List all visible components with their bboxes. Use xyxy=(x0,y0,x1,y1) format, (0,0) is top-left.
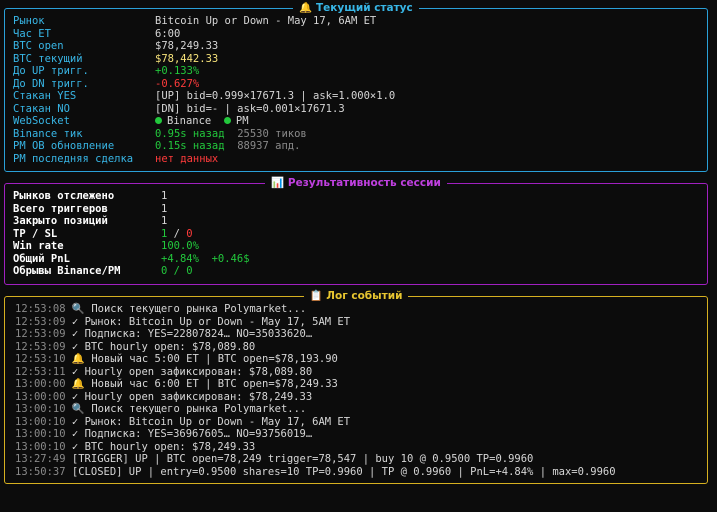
log-entry: 13:00:10 🔍 Поиск текущего рынка Polymark… xyxy=(15,403,306,416)
log-message: Hourly open зафиксирован: $78,249.33 xyxy=(84,390,313,403)
log-message: Поиск текущего рынка Polymarket... xyxy=(91,403,307,415)
status-row-yes-book: Стакан YES [UP] bid=0.999×17671.3 | ask=1… xyxy=(13,90,396,102)
session-row-closed: Закрыто позиций 1 xyxy=(13,215,168,227)
log-timestamp: 13:50:37 xyxy=(15,465,66,478)
log-message: Новый час 6:00 ET | BTC open=$78,249.33 xyxy=(91,378,338,390)
log-timestamp: 12:53:10 xyxy=(15,353,66,365)
log-timestamp: 13:00:00 xyxy=(15,390,66,403)
log-timestamp: 12:53:11 xyxy=(15,365,66,378)
status-row-no-book: Стакан NO [DN] bid=- | ask=0.001×17671.3 xyxy=(13,102,345,115)
log-message: Подписка: YES=22807824… NO=35033620… xyxy=(84,328,313,340)
status-row-dn-trigger: До DN тригг. -0.627% xyxy=(13,77,200,90)
log-message: Новый час 5:00 ET | BTC open=$78,193.90 xyxy=(91,353,338,365)
session-panel: 📊 Результативность сессии Рынков отслеже… xyxy=(4,177,708,285)
check-icon: ✓ xyxy=(71,440,79,453)
check-icon: ✓ xyxy=(71,315,79,328)
clipboard-icon: 📋 xyxy=(309,290,327,302)
log-timestamp: 12:53:08 xyxy=(15,303,66,315)
log-message: [TRIGGER] UP | BTC open=78,249 trigger=7… xyxy=(71,453,534,465)
session-row-tpsl: TP / SL 1 / 0 xyxy=(13,227,193,240)
session-row-pnl: Общий PnL +4.84% +0.46$ xyxy=(13,252,250,265)
session-row-triggers: Всего триггеров 1 xyxy=(13,202,168,215)
log-timestamp: 12:53:09 xyxy=(15,340,66,353)
check-icon: ✓ xyxy=(71,328,79,340)
chart-icon: 📊 xyxy=(271,177,288,189)
bell-icon: 🔔 xyxy=(71,353,85,365)
status-panel: 🔔 Текущий статус Рынок Bitcoin Up or Down… xyxy=(4,2,708,172)
search-icon: 🔍 xyxy=(71,403,85,415)
log-message: Рынок: Bitcoin Up or Down - May 17, 5AM … xyxy=(84,315,351,328)
check-icon: ✓ xyxy=(71,365,79,378)
bell-icon: 🔔 xyxy=(299,2,316,14)
log-entry: 13:50:37 [CLOSED] UP | entry=0.9500 shar… xyxy=(15,466,616,479)
session-row-winrate: Win rate 100.0% xyxy=(13,240,199,252)
log-timestamp: 12:53:09 xyxy=(15,328,66,340)
log-timestamp: 13:00:10 xyxy=(15,440,66,453)
pm-status-dot xyxy=(223,116,231,124)
check-icon: ✓ xyxy=(71,390,79,403)
log-timestamp: 12:53:09 xyxy=(15,315,66,328)
log-entry: 12:53:09 ✓ BTC hourly open: $78,089.80 xyxy=(15,341,255,354)
log-entry: 12:53:08 🔍 Поиск текущего рынка Polymark… xyxy=(15,303,306,316)
status-row-market: Рынок Bitcoin Up or Down - May 17, 6AM ET xyxy=(13,15,377,27)
log-entry: 13:00:10 ✓ Рынок: Bitcoin Up or Down - M… xyxy=(15,416,350,429)
log-message: [CLOSED] UP | entry=0.9500 shares=10 TP=… xyxy=(71,465,616,478)
status-row-up-trigger: До UP тригг. +0.133% xyxy=(13,65,200,77)
status-panel-title: 🔔 Текущий статус xyxy=(5,1,707,15)
log-timestamp: 13:00:10 xyxy=(15,403,66,415)
log-panel: 📋 Лог событий 12:53:08 🔍 Поиск текущего … xyxy=(4,290,708,484)
log-entry: 13:00:00 🔔 Новый час 6:00 ET | BTC open=… xyxy=(15,378,338,391)
log-entry: 12:53:09 ✓ Подписка: YES=22807824… NO=35… xyxy=(15,328,312,341)
status-row-hour: Час ET 6:00 xyxy=(13,27,181,40)
status-row-open: BTC open $78,249.33 xyxy=(13,40,219,52)
search-icon: 🔍 xyxy=(71,303,85,315)
session-row-breaks: Обрывы Binance/PM 0 / 0 xyxy=(13,265,193,277)
status-row-binance-tick: Binance тик 0.95s назад 25530 тиков xyxy=(13,127,307,140)
log-message: Подписка: YES=36967605… NO=93756019… xyxy=(84,428,313,440)
status-row-pm-trade: PM последняя сделка нет данных xyxy=(13,152,219,165)
session-panel-title: 📊 Результативность сессии xyxy=(5,176,707,190)
log-timestamp: 13:00:00 xyxy=(15,378,66,390)
status-row-pm-ob: PM OB обновление 0.15s назад 88937 апд. xyxy=(13,140,301,152)
binance-status-dot xyxy=(155,116,162,124)
log-panel-title: 📋 Лог событий xyxy=(5,289,707,303)
log-entry: 13:27:49 [TRIGGER] UP | BTC open=78,249 … xyxy=(15,453,533,466)
session-row-markets: Рынков отслежено 1 xyxy=(13,190,168,202)
log-message: Рынок: Bitcoin Up or Down - May 17, 6AM … xyxy=(84,415,351,428)
log-entry: 12:53:10 🔔 Новый час 5:00 ET | BTC open=… xyxy=(15,353,338,366)
check-icon: ✓ xyxy=(71,428,79,440)
log-timestamp: 13:00:10 xyxy=(15,415,66,428)
check-icon: ✓ xyxy=(71,340,79,353)
log-entry: 12:53:11 ✓ Hourly open зафиксирован: $78… xyxy=(15,366,312,379)
log-timestamp: 13:27:49 xyxy=(15,453,66,465)
status-row-websocket: WebSocket Binance PM xyxy=(13,115,249,127)
log-entry: 13:00:10 ✓ Подписка: YES=36967605… NO=93… xyxy=(15,428,312,441)
bell-icon: 🔔 xyxy=(71,378,85,390)
market-value: Bitcoin Up or Down - May 17, 6AM ET xyxy=(155,15,377,27)
log-message: Hourly open зафиксирован: $78,089.80 xyxy=(84,365,313,378)
log-message: BTC hourly open: $78,089.80 xyxy=(84,340,256,353)
log-entry: 13:00:00 ✓ Hourly open зафиксирован: $78… xyxy=(15,391,312,404)
log-message: BTC hourly open: $78,249.33 xyxy=(84,440,256,453)
log-entry: 13:00:10 ✓ BTC hourly open: $78,249.33 xyxy=(15,441,255,454)
status-row-current: BTC текущий $78,442.33 xyxy=(13,52,219,65)
log-timestamp: 13:00:10 xyxy=(15,428,66,440)
log-message: Поиск текущего рынка Polymarket... xyxy=(91,303,307,315)
log-entry: 12:53:09 ✓ Рынок: Bitcoin Up or Down - M… xyxy=(15,316,350,329)
check-icon: ✓ xyxy=(71,415,79,428)
